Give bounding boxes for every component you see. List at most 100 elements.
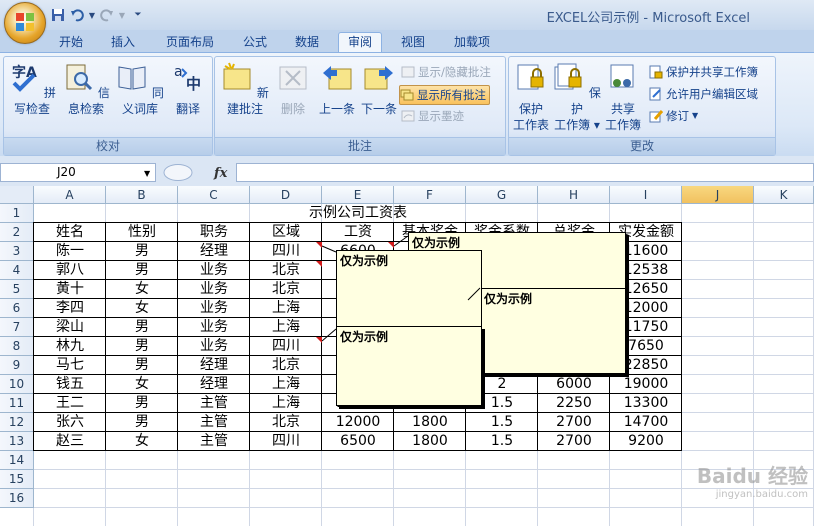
data-cell[interactable]: 北京 — [250, 356, 322, 375]
data-cell[interactable]: 女 — [106, 375, 178, 394]
row-header-12[interactable]: 12 — [0, 413, 34, 432]
office-button[interactable] — [4, 2, 46, 44]
show-ink-button[interactable]: 显示墨迹 — [401, 107, 464, 125]
row-header-9[interactable]: 9 — [0, 356, 34, 375]
row-header-7[interactable]: 7 — [0, 318, 34, 337]
data-cell[interactable]: 6000 — [538, 375, 610, 394]
data-cell[interactable]: 李四 — [34, 299, 106, 318]
protect-share-workbook-button[interactable]: 保护并共享工作簿 — [649, 63, 758, 81]
translate-button[interactable]: a 中 翻译 — [166, 61, 210, 117]
row-header-2[interactable]: 2 — [0, 223, 34, 242]
data-cell[interactable]: 业务 — [178, 280, 250, 299]
data-cell[interactable]: 钱五 — [34, 375, 106, 394]
thesaurus-button[interactable]: 同义词库 — [114, 61, 166, 117]
show-all-comments-button[interactable]: 显示所有批注 — [399, 85, 490, 105]
data-cell[interactable]: 北京 — [250, 413, 322, 432]
data-cell[interactable]: 四川 — [250, 432, 322, 451]
protect-sheet-button[interactable]: 保护 工作表 — [511, 61, 551, 133]
spell-check-button[interactable]: 字A 拼写检查 — [6, 61, 58, 117]
select-all-corner[interactable] — [0, 186, 34, 204]
tab-home[interactable]: 开始 — [52, 33, 90, 52]
comment-box[interactable]: 仅为示例 — [480, 288, 626, 374]
undo-icon[interactable] — [69, 7, 85, 23]
data-cell[interactable]: 郭八 — [34, 261, 106, 280]
row-header-11[interactable]: 11 — [0, 394, 34, 413]
column-header-k[interactable]: K — [754, 186, 814, 204]
data-cell[interactable]: 女 — [106, 432, 178, 451]
data-cell[interactable]: 19000 — [610, 375, 682, 394]
data-cell[interactable]: 主管 — [178, 413, 250, 432]
allow-edit-ranges-button[interactable]: 允许用户编辑区域 — [649, 85, 758, 103]
column-header-e[interactable]: E — [322, 186, 394, 204]
data-cell[interactable]: 陈一 — [34, 242, 106, 261]
new-comment-button[interactable]: 新建批注 — [217, 61, 273, 117]
header-cell[interactable]: 性别 — [106, 223, 178, 242]
header-cell[interactable]: 姓名 — [34, 223, 106, 242]
data-cell[interactable]: 马七 — [34, 356, 106, 375]
column-header-c[interactable]: C — [178, 186, 250, 204]
data-cell[interactable]: 2700 — [538, 413, 610, 432]
column-header-b[interactable]: B — [106, 186, 178, 204]
row-header-3[interactable]: 3 — [0, 242, 34, 261]
data-cell[interactable]: 上海 — [250, 375, 322, 394]
next-comment-button[interactable]: 下一条 — [357, 61, 401, 117]
data-cell[interactable]: 6500 — [322, 432, 394, 451]
customize-qat-icon[interactable]: ⏷ — [133, 7, 143, 23]
row-header-13[interactable]: 13 — [0, 432, 34, 451]
row-header-8[interactable]: 8 — [0, 337, 34, 356]
name-box[interactable]: J20 — [0, 163, 156, 182]
column-header-g[interactable]: G — [466, 186, 538, 204]
worksheet-grid[interactable]: A B C D E F G H I J K 1 2 3 4 5 6 7 8 9 10 11 12 13 14 15 16 示例公司工资… — [0, 186, 814, 526]
tab-addins[interactable]: 加载项 — [448, 33, 496, 52]
tab-view[interactable]: 视图 — [394, 33, 432, 52]
tab-formulas[interactable]: 公式 — [236, 33, 274, 52]
data-cell[interactable]: 主管 — [178, 432, 250, 451]
data-cell[interactable]: 经理 — [178, 375, 250, 394]
column-header-f[interactable]: F — [394, 186, 466, 204]
tab-data[interactable]: 数据 — [288, 33, 326, 52]
redo-dropdown-icon[interactable]: ▼ — [118, 7, 126, 23]
data-cell[interactable]: 林九 — [34, 337, 106, 356]
data-cell[interactable]: 经理 — [178, 356, 250, 375]
data-cell[interactable]: 经理 — [178, 242, 250, 261]
data-cell[interactable]: 北京 — [250, 280, 322, 299]
data-cell[interactable]: 赵三 — [34, 432, 106, 451]
column-header-j[interactable]: J — [682, 186, 754, 204]
column-header-h[interactable]: H — [538, 186, 610, 204]
data-cell[interactable]: 男 — [106, 356, 178, 375]
data-cell[interactable]: 男 — [106, 318, 178, 337]
tab-review[interactable]: 审阅 — [338, 32, 382, 53]
redo-icon[interactable] — [99, 7, 115, 23]
data-cell[interactable]: 业务 — [178, 299, 250, 318]
tab-insert[interactable]: 插入 — [104, 33, 142, 52]
previous-comment-button[interactable]: 上一条 — [315, 61, 359, 117]
data-cell[interactable]: 2250 — [538, 394, 610, 413]
header-cell[interactable]: 区域 — [250, 223, 322, 242]
data-cell[interactable]: 女 — [106, 299, 178, 318]
data-cell[interactable]: 14700 — [610, 413, 682, 432]
data-cell[interactable]: 13300 — [610, 394, 682, 413]
row-header-15[interactable]: 15 — [0, 470, 34, 489]
data-cell[interactable]: 1.5 — [466, 413, 538, 432]
data-cell[interactable]: 女 — [106, 280, 178, 299]
row-header-10[interactable]: 10 — [0, 375, 34, 394]
data-cell[interactable]: 上海 — [250, 394, 322, 413]
data-cell[interactable]: 上海 — [250, 318, 322, 337]
track-changes-button[interactable]: 修订 ▼ — [649, 107, 698, 125]
data-cell[interactable]: 四川 — [250, 337, 322, 356]
data-cell[interactable]: 业务 — [178, 318, 250, 337]
data-cell[interactable]: 男 — [106, 394, 178, 413]
data-cell[interactable]: 王二 — [34, 394, 106, 413]
undo-dropdown-icon[interactable]: ▼ — [88, 7, 96, 23]
data-cell[interactable]: 业务 — [178, 261, 250, 280]
data-cell[interactable]: 梁山 — [34, 318, 106, 337]
data-cell[interactable]: 1800 — [394, 413, 466, 432]
sheet-title-cell[interactable]: 示例公司工资表 — [34, 204, 682, 223]
data-cell[interactable]: 男 — [106, 413, 178, 432]
comment-box[interactable]: 仅为示例 — [336, 326, 482, 406]
row-header-1[interactable]: 1 — [0, 204, 34, 223]
data-cell[interactable]: 黄十 — [34, 280, 106, 299]
delete-comment-button[interactable]: 删除 — [273, 61, 313, 117]
data-cell[interactable]: 主管 — [178, 394, 250, 413]
column-header-d[interactable]: D — [250, 186, 322, 204]
